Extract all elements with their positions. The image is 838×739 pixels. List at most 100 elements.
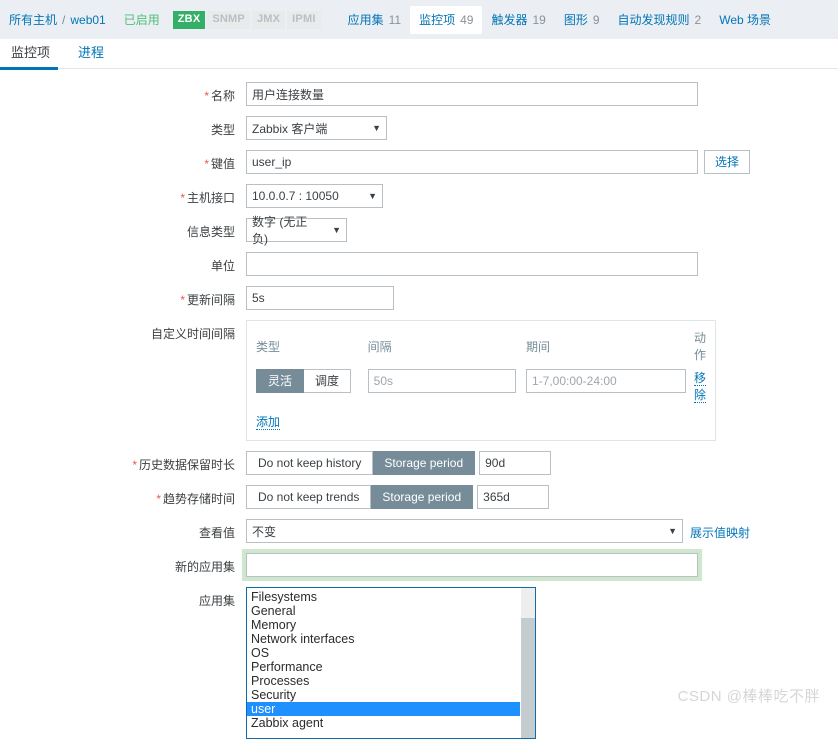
badge-ipmi: IPMI bbox=[287, 10, 321, 29]
host-nav-applications[interactable]: 应用集 11 bbox=[339, 6, 410, 34]
host-header-bar: 所有主机 / web01 已启用 ZBX SNMP JMX IPMI 应用集 1… bbox=[0, 0, 838, 39]
chevron-down-icon: ▼ bbox=[372, 122, 381, 133]
host-interface-select[interactable]: 10.0.0.7 : 10050 ▼ bbox=[246, 184, 383, 208]
applications-listbox-options: Filesystems General Memory Network inter… bbox=[247, 588, 520, 738]
type-select-value: Zabbix 客户端 bbox=[252, 121, 328, 136]
breadcrumb-separator: / bbox=[62, 12, 66, 27]
custom-intervals-table: 类型 间隔 期间 动作 灵活 调度 50s 1-7,00:00-24:00 移除 bbox=[256, 329, 706, 403]
host-nav-graphs[interactable]: 图形 9 bbox=[555, 6, 609, 34]
chevron-down-icon: ▼ bbox=[332, 224, 341, 235]
interface-badges: ZBX SNMP JMX IPMI bbox=[172, 10, 321, 29]
list-item[interactable]: Network interfaces bbox=[247, 632, 520, 646]
host-nav-triggers-label: 触发器 bbox=[491, 12, 528, 27]
host-nav-applications-count: 11 bbox=[388, 12, 402, 27]
custom-interval-row: 灵活 调度 移除 bbox=[256, 369, 706, 403]
tab-preprocessing[interactable]: 进程 bbox=[76, 39, 118, 70]
host-nav-items-label: 监控项 bbox=[419, 12, 456, 27]
label-host-interface: * 主机接口 bbox=[180, 191, 235, 205]
remove-interval-link[interactable]: 移除 bbox=[693, 371, 706, 403]
period-input[interactable] bbox=[525, 369, 686, 393]
cell-interval-value bbox=[367, 369, 526, 403]
list-item[interactable]: Performance bbox=[247, 660, 520, 674]
host-nav-web-label: Web 场景 bbox=[719, 12, 772, 27]
field-row-units: 单位 bbox=[0, 252, 838, 276]
field-row-name: * 名称 bbox=[0, 82, 838, 106]
history-mode-toggle: Do not keep history Storage period bbox=[246, 451, 476, 475]
trends-storage-input[interactable] bbox=[477, 485, 550, 509]
add-interval-wrap: 添加 bbox=[256, 403, 706, 430]
host-nav-discovery[interactable]: 自动发现规则 2 bbox=[609, 6, 711, 34]
required-marker-host-interface: * bbox=[180, 191, 185, 205]
new-application-input[interactable] bbox=[246, 553, 698, 577]
history-storage-period[interactable]: Storage period bbox=[373, 451, 476, 475]
label-new-application: 新的应用集 bbox=[174, 560, 235, 574]
history-do-not-keep[interactable]: Do not keep history bbox=[246, 451, 374, 475]
field-row-key: *键值 选择 bbox=[0, 150, 838, 174]
host-nav-triggers[interactable]: 触发器 19 bbox=[482, 6, 554, 34]
list-item[interactable]: General bbox=[247, 604, 520, 618]
add-interval-link[interactable]: 添加 bbox=[256, 415, 281, 430]
interval-type-toggle: 灵活 调度 bbox=[256, 369, 368, 393]
label-name: * 名称 bbox=[204, 89, 235, 103]
interval-input[interactable] bbox=[367, 369, 516, 393]
view-value-text: 不变 bbox=[252, 524, 277, 539]
col-header-action: 动作 bbox=[693, 331, 706, 362]
update-interval-input[interactable] bbox=[246, 286, 394, 310]
field-row-info-type: 信息类型 数字 (无正负) ▼ bbox=[0, 215, 838, 246]
interval-type-scheduling[interactable]: 调度 bbox=[304, 369, 352, 393]
host-nav-web[interactable]: Web 场景 bbox=[710, 6, 785, 34]
cell-interval-period bbox=[525, 369, 686, 403]
sub-tabs: 监控项 进程 bbox=[0, 39, 838, 70]
host-nav-discovery-count: 2 bbox=[694, 12, 702, 27]
trends-mode-toggle: Do not keep trends Storage period bbox=[246, 485, 474, 509]
type-select[interactable]: Zabbix 客户端 ▼ bbox=[246, 116, 387, 140]
label-units: 单位 bbox=[210, 259, 235, 273]
list-item[interactable]: Filesystems bbox=[247, 590, 520, 604]
key-input[interactable] bbox=[246, 150, 698, 174]
applications-listbox[interactable]: Filesystems General Memory Network inter… bbox=[246, 587, 536, 739]
key-select-button[interactable]: 选择 bbox=[704, 150, 751, 174]
badge-zbx[interactable]: ZBX bbox=[172, 10, 206, 29]
label-type: 类型 bbox=[210, 123, 235, 137]
host-nav: 应用集 11 监控项 49 触发器 19 图形 9 自动发现规则 2 Web 场… bbox=[339, 5, 785, 34]
list-item[interactable]: Security bbox=[247, 688, 520, 702]
breadcrumb-host[interactable]: web01 bbox=[70, 13, 105, 27]
view-value-select[interactable]: 不变 ▼ bbox=[246, 519, 683, 543]
interval-type-flexible[interactable]: 灵活 bbox=[256, 369, 305, 393]
field-row-view-value: 查看值 不变 ▼ 展示值映射 bbox=[0, 519, 838, 543]
info-type-select[interactable]: 数字 (无正负) ▼ bbox=[246, 215, 347, 246]
host-nav-items[interactable]: 监控项 49 bbox=[410, 5, 483, 34]
field-row-trends: * 趋势存储时间 Do not keep trends Storage perio… bbox=[0, 485, 838, 509]
custom-intervals-header-row: 类型 间隔 期间 动作 bbox=[256, 329, 706, 369]
label-update-interval: * 更新间隔 bbox=[180, 293, 235, 307]
field-row-applications: 应用集 Filesystems General Memory Network i… bbox=[0, 587, 838, 739]
host-nav-graphs-label: 图形 bbox=[563, 12, 588, 27]
host-interface-value: 10.0.0.7 : 10050 bbox=[252, 189, 339, 203]
list-item-selected[interactable]: user bbox=[247, 702, 520, 716]
chevron-down-icon: ▼ bbox=[668, 525, 677, 536]
host-nav-graphs-count: 9 bbox=[592, 12, 600, 27]
list-item[interactable]: Zabbix agent bbox=[247, 716, 520, 730]
listbox-scrollbar-thumb[interactable] bbox=[521, 618, 535, 738]
field-row-history: * 历史数据保留时长 Do not keep history Storage pe… bbox=[0, 451, 838, 475]
list-item[interactable]: Memory bbox=[247, 618, 520, 632]
required-marker-history: * bbox=[132, 458, 137, 472]
name-input[interactable] bbox=[246, 82, 698, 106]
badge-jmx: JMX bbox=[251, 10, 286, 29]
tab-item[interactable]: 监控项 bbox=[0, 39, 64, 70]
list-item[interactable]: OS bbox=[247, 646, 520, 660]
host-status[interactable]: 已启用 bbox=[124, 11, 160, 28]
trends-storage-period[interactable]: Storage period bbox=[371, 485, 474, 509]
units-input[interactable] bbox=[246, 252, 698, 276]
listbox-scrollbar[interactable] bbox=[520, 588, 535, 738]
host-nav-triggers-count: 19 bbox=[532, 12, 546, 27]
col-header-period: 期间 bbox=[525, 339, 550, 354]
col-header-type: 类型 bbox=[256, 339, 281, 354]
field-row-host-interface: * 主机接口 10.0.0.7 : 10050 ▼ bbox=[0, 184, 838, 208]
trends-do-not-keep[interactable]: Do not keep trends bbox=[246, 485, 372, 509]
history-storage-input[interactable] bbox=[479, 451, 552, 475]
list-item[interactable]: Processes bbox=[247, 674, 520, 688]
breadcrumb-all-hosts[interactable]: 所有主机 bbox=[9, 11, 57, 28]
label-info-type: 信息类型 bbox=[186, 225, 235, 239]
value-mapping-link[interactable]: 展示值映射 bbox=[690, 519, 750, 541]
